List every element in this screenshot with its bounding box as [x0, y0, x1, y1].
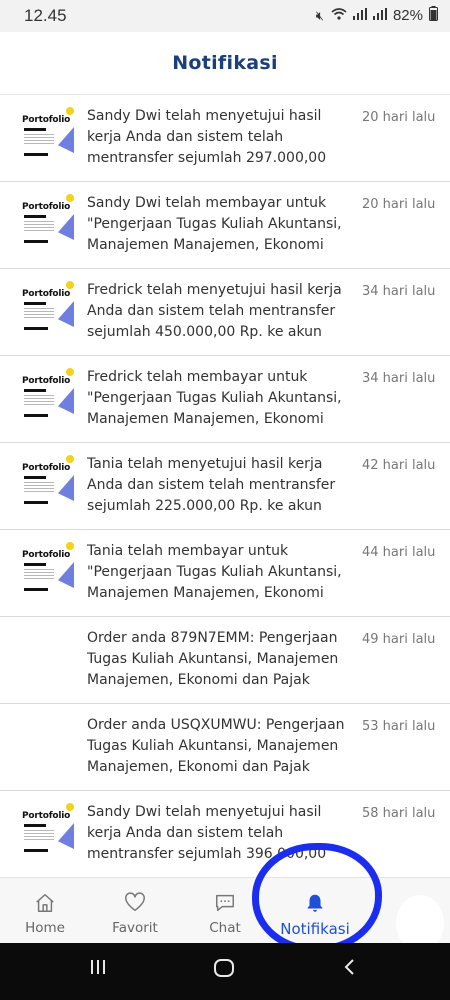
- portfolio-thumbnail: Portofolio: [22, 194, 74, 252]
- yellow-dot-icon: [66, 107, 74, 115]
- yellow-dot-icon: [66, 368, 74, 376]
- status-icons: 🔇︎ 82%: [316, 6, 438, 25]
- notification-message: Tania telah membayar untuk "Pengerjaan T…: [87, 543, 342, 601]
- battery-percent: 82%: [392, 7, 423, 24]
- status-time: 12.45: [24, 6, 67, 25]
- nav-item-home[interactable]: Home: [0, 878, 90, 944]
- recent-apps-icon[interactable]: [88, 957, 108, 983]
- nav-item-chat[interactable]: Chat: [180, 878, 270, 944]
- home-button-icon[interactable]: [213, 957, 235, 985]
- thumbnail-title: Portofolio: [22, 289, 71, 299]
- portfolio-thumbnail: Portofolio: [22, 368, 74, 426]
- app-header: Notifikasi: [0, 32, 450, 95]
- thumbnail-title: Portofolio: [22, 376, 71, 386]
- bell-icon: [307, 894, 323, 912]
- heart-icon: [125, 892, 145, 912]
- portfolio-thumbnail: Portofolio: [22, 281, 74, 339]
- notification-message: Sandy Dwi telah membayar untuk "Pengerja…: [87, 195, 342, 253]
- notification-time: 44 hari lalu: [362, 545, 436, 560]
- notification-message: Tania telah menyetujui hasil kerja Anda …: [87, 456, 336, 514]
- notification-message: Fredrick telah menyetujui hasil kerja An…: [87, 282, 342, 340]
- yellow-dot-icon: [66, 455, 74, 463]
- thumbnail-title: Portofolio: [22, 115, 71, 125]
- system-navigation-bar: [0, 943, 450, 1000]
- mute-icon: 🔇︎: [315, 7, 325, 23]
- thumbnail-title: Portofolio: [22, 550, 71, 560]
- thumbnail-title: Portofolio: [22, 202, 71, 212]
- notification-time: 42 hari lalu: [362, 458, 436, 473]
- nav-label-chat: Chat: [209, 920, 241, 936]
- back-icon[interactable]: [340, 957, 360, 983]
- notification-message: Sandy Dwi telah menyetujui hasil kerja A…: [87, 804, 327, 862]
- triangle-icon: [58, 301, 74, 327]
- notification-list[interactable]: Portofolio Sandy Dwi telah menyetujui ha…: [0, 95, 450, 875]
- notification-item[interactable]: Portofolio Fredrick telah membayar untuk…: [0, 356, 450, 443]
- nav-label-favorit: Favorit: [112, 920, 158, 936]
- notification-message: Order anda USQXUMWU: Pengerjaan Tugas Ku…: [87, 717, 345, 775]
- yellow-dot-icon: [66, 542, 74, 550]
- triangle-icon: [58, 562, 74, 588]
- notification-message: Fredrick telah membayar untuk "Pengerjaa…: [87, 369, 342, 427]
- notification-time: 34 hari lalu: [362, 284, 436, 299]
- notification-time: 20 hari lalu: [362, 110, 436, 125]
- portfolio-thumbnail: Portofolio: [22, 542, 74, 600]
- notification-time: 53 hari lalu: [362, 719, 436, 734]
- portfolio-thumbnail: Portofolio: [22, 455, 74, 513]
- triangle-icon: [58, 127, 74, 153]
- signal-icon-2: [372, 8, 387, 23]
- triangle-icon: [58, 388, 74, 414]
- notification-item[interactable]: Portofolio Fredrick telah menyetujui has…: [0, 269, 450, 356]
- thumbnail-title: Portofolio: [22, 463, 71, 473]
- nav-item-favorit[interactable]: Favorit: [90, 878, 180, 944]
- portfolio-thumbnail: Portofolio: [22, 107, 74, 165]
- notification-time: 58 hari lalu: [362, 806, 436, 821]
- notification-time: 34 hari lalu: [362, 371, 436, 386]
- page-title: Notifikasi: [172, 52, 278, 74]
- notification-item[interactable]: Portofolio Tania telah membayar untuk "P…: [0, 530, 450, 617]
- wifi-icon: [331, 8, 347, 23]
- bottom-navigation: Home Favorit Chat Notifikasi: [0, 877, 450, 944]
- notification-item[interactable]: Portofolio Sandy Dwi telah membayar untu…: [0, 182, 450, 269]
- portfolio-thumbnail: Portofolio: [22, 803, 74, 861]
- triangle-icon: [58, 214, 74, 240]
- thumbnail-title: Portofolio: [22, 811, 71, 821]
- triangle-icon: [58, 475, 74, 501]
- home-icon: [36, 894, 54, 912]
- yellow-dot-icon: [66, 194, 74, 202]
- nav-label-home: Home: [25, 920, 65, 936]
- chat-icon: [216, 894, 234, 912]
- nav-label-notifikasi: Notifikasi: [280, 920, 350, 938]
- notification-message: Sandy Dwi telah menyetujui hasil kerja A…: [87, 108, 327, 166]
- notification-item[interactable]: Order anda USQXUMWU: Pengerjaan Tugas Ku…: [0, 704, 450, 791]
- yellow-dot-icon: [66, 281, 74, 289]
- battery-icon: [429, 6, 438, 25]
- yellow-dot-icon: [66, 803, 74, 811]
- notification-message: Order anda 879N7EMM: Pengerjaan Tugas Ku…: [87, 630, 339, 688]
- signal-icon: [352, 8, 367, 23]
- notification-time: 20 hari lalu: [362, 197, 436, 212]
- triangle-icon: [58, 823, 74, 849]
- status-bar: 12.45 🔇︎ 82%: [0, 0, 450, 32]
- notification-item[interactable]: Portofolio Tania telah menyetujui hasil …: [0, 443, 450, 530]
- notification-time: 49 hari lalu: [362, 632, 436, 647]
- notification-item[interactable]: Order anda 879N7EMM: Pengerjaan Tugas Ku…: [0, 617, 450, 704]
- nav-item-notifikasi[interactable]: Notifikasi: [270, 878, 360, 944]
- notification-item[interactable]: Portofolio Sandy Dwi telah menyetujui ha…: [0, 95, 450, 182]
- notification-item[interactable]: Portofolio Sandy Dwi telah menyetujui ha…: [0, 791, 450, 875]
